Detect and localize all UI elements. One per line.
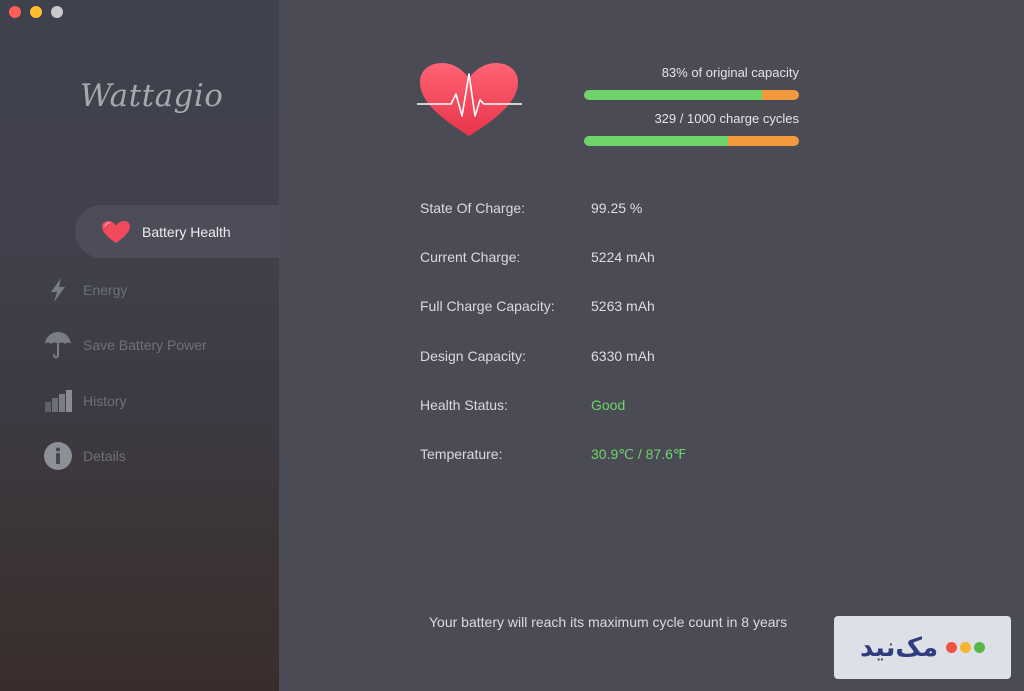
sidebar-item-label: Energy (83, 282, 128, 298)
cycles-bar (584, 136, 799, 146)
capacity-label: 83% of original capacity (661, 65, 799, 80)
health-status-label: Health Status: (420, 397, 508, 413)
minimize-window-button[interactable] (30, 6, 42, 18)
cycles-label: 329 / 1000 charge cycles (654, 111, 799, 126)
lightning-icon (42, 274, 74, 306)
state-of-charge-label: State Of Charge: (420, 200, 526, 216)
capacity-bar (584, 90, 799, 100)
design-capacity-label: Design Capacity: (420, 348, 526, 364)
window-controls (9, 6, 63, 18)
capacity-bar-fill (584, 90, 763, 100)
bar-chart-icon (42, 385, 74, 417)
watermark-dots-icon (946, 642, 986, 653)
sidebar-item-history[interactable]: History (42, 381, 127, 421)
watermark-text: مک‌نید (859, 632, 939, 663)
sidebar-item-details[interactable]: Details (42, 436, 126, 476)
current-charge-label: Current Charge: (420, 249, 521, 265)
watermark-logo: مک‌نید (834, 616, 1011, 679)
sidebar: Wattagio Battery Health Energy Save Batt… (0, 0, 279, 691)
sidebar-item-battery-health[interactable]: Battery Health (75, 205, 279, 258)
sidebar-item-label: Save Battery Power (83, 337, 207, 353)
zoom-window-button[interactable] (51, 6, 63, 18)
close-window-button[interactable] (9, 6, 21, 18)
cycles-bar-fill (584, 136, 729, 146)
sidebar-item-energy[interactable]: Energy (42, 270, 127, 310)
info-icon (42, 440, 74, 472)
temperature-value: 30.9℃ / 87.6℉ (591, 446, 687, 462)
main-panel: 83% of original capacity 329 / 1000 char… (279, 0, 1024, 691)
full-charge-capacity-label: Full Charge Capacity: (420, 298, 555, 314)
umbrella-icon (42, 329, 74, 361)
design-capacity-value: 6330 mAh (591, 348, 655, 364)
health-status-value: Good (591, 397, 626, 413)
sidebar-item-label: Battery Health (142, 223, 231, 240)
sidebar-item-label: History (83, 393, 127, 409)
temperature-label: Temperature: (420, 446, 503, 462)
heart-icon (101, 218, 133, 246)
current-charge-value: 5224 mAh (591, 249, 655, 265)
sidebar-item-save-battery-power[interactable]: Save Battery Power (42, 325, 207, 365)
cycle-forecast-message: Your battery will reach its maximum cycl… (429, 614, 788, 630)
heartbeat-heart-icon (417, 63, 522, 136)
app-logo: Wattagio (80, 78, 224, 114)
sidebar-item-label: Details (83, 448, 126, 464)
full-charge-capacity-value: 5263 mAh (591, 298, 655, 314)
state-of-charge-value: 99.25 % (591, 200, 643, 216)
